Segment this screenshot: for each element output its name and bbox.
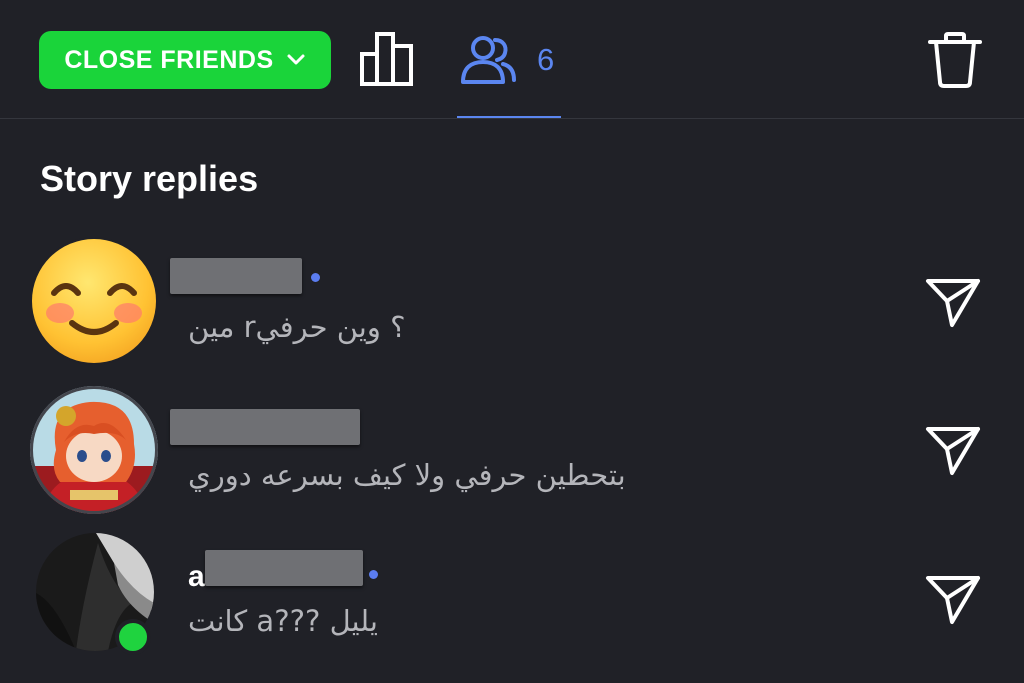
- username-redacted: [170, 409, 360, 445]
- trash-icon[interactable]: [924, 30, 986, 90]
- section-title: Story replies: [40, 158, 259, 199]
- unread-dot: [369, 570, 378, 579]
- chevron-down-icon: [287, 54, 305, 65]
- close-friends-label: CLOSE FRIENDS: [64, 45, 274, 74]
- unread-dot: [311, 273, 320, 282]
- bar-chart-icon[interactable]: [358, 30, 418, 88]
- send-icon[interactable]: [922, 419, 984, 479]
- send-icon[interactable]: [922, 271, 984, 331]
- reply-row[interactable]: بتحطين حرفي ولا كيف بسرعه دوري: [0, 383, 1024, 523]
- avatar[interactable]: [30, 237, 158, 365]
- viewers-count: 6: [537, 42, 555, 77]
- story-viewers-screen: CLOSE FRIENDS 6 Story replies مين r؟ وين…: [0, 0, 1024, 683]
- username-prefix: a: [188, 560, 205, 593]
- send-icon[interactable]: [922, 568, 984, 628]
- online-status-dot: [115, 619, 151, 655]
- reply-message: مين r؟ وين حرفي: [188, 310, 406, 344]
- reply-row[interactable]: a كانت a??? يليل: [0, 530, 1024, 670]
- tab-viewers[interactable]: 6: [457, 30, 561, 118]
- reply-row[interactable]: مين r؟ وين حرفي: [0, 236, 1024, 376]
- anime-character-avatar: [30, 386, 158, 514]
- people-icon: [461, 36, 516, 84]
- username-redacted: [170, 258, 302, 294]
- top-bar: CLOSE FRIENDS 6: [0, 0, 1024, 119]
- active-tab-indicator: [457, 116, 561, 118]
- avatar[interactable]: [30, 386, 158, 514]
- reply-message: كانت a??? يليل: [188, 604, 378, 638]
- reply-message: بتحطين حرفي ولا كيف بسرعه دوري: [188, 458, 626, 492]
- close-friends-dropdown[interactable]: CLOSE FRIENDS: [39, 31, 331, 89]
- smiling-emoji-avatar: [30, 237, 158, 365]
- username-redacted: [205, 550, 363, 586]
